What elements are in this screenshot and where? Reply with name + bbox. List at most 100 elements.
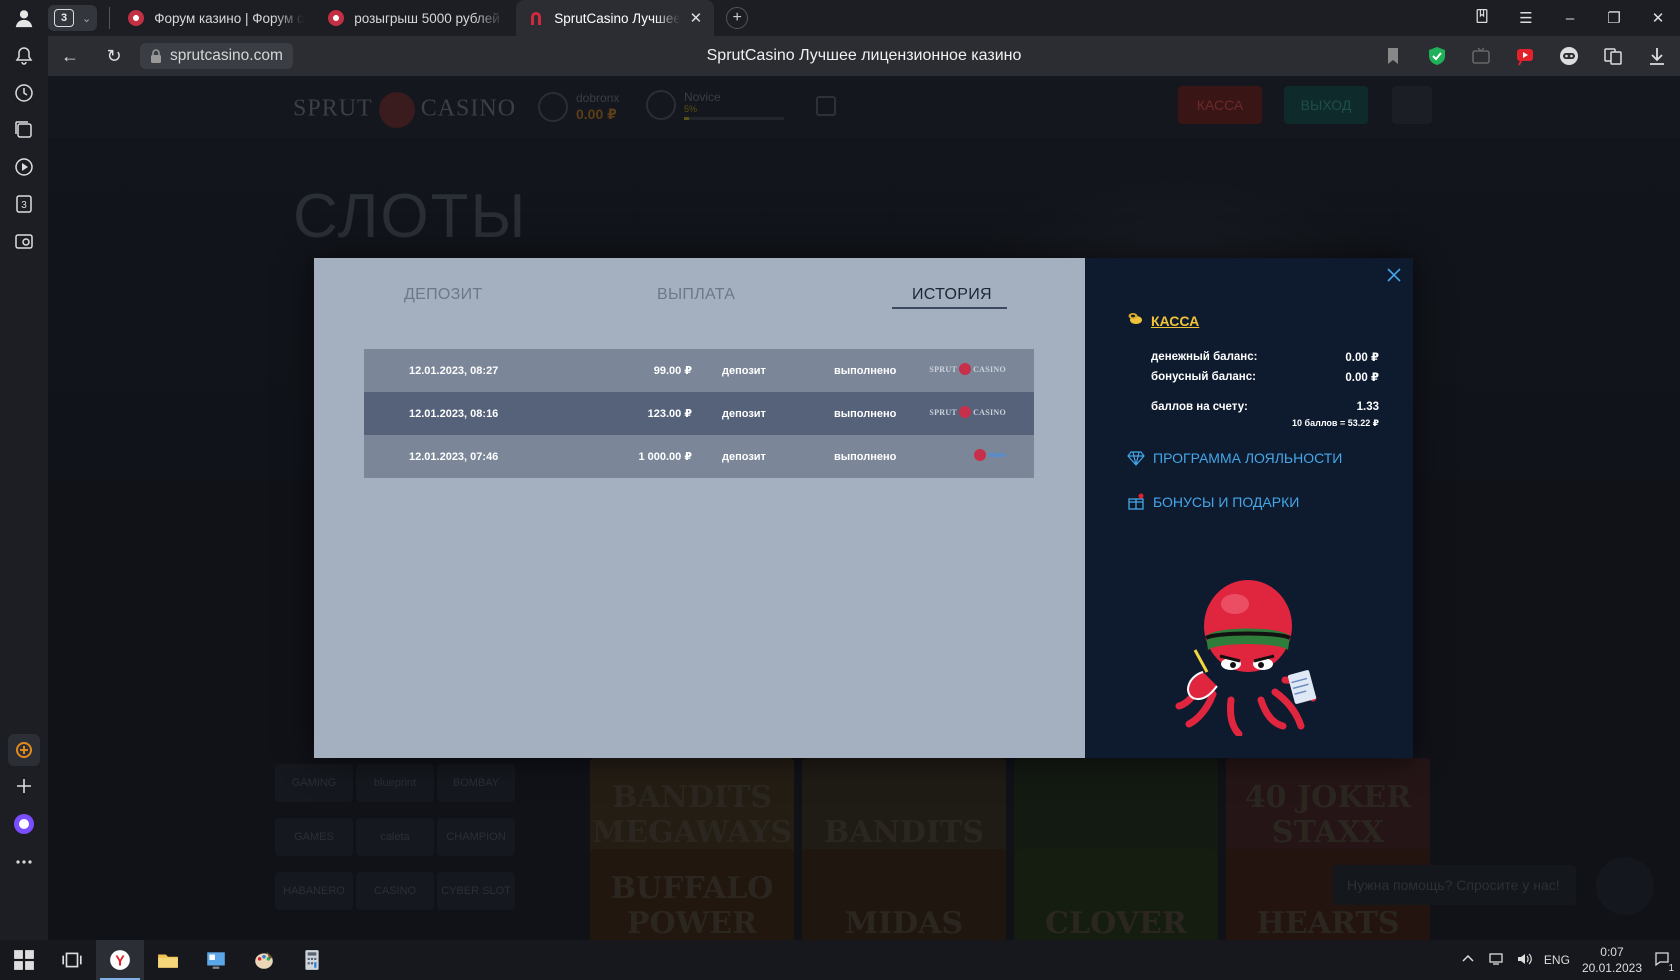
taskbar-paint[interactable]	[240, 940, 288, 980]
table-row: 12.01.2023, 08:27 99.00 ₽ депозит выполн…	[364, 349, 1034, 392]
points-row: баллов на счету: 1.33	[1151, 397, 1379, 417]
chevron-up-icon[interactable]	[1460, 951, 1476, 970]
minimize-icon[interactable]: –	[1548, 10, 1592, 27]
clock[interactable]: 0:07 20.01.2023	[1582, 944, 1642, 976]
gift-icon[interactable]	[816, 96, 836, 116]
provider-tile[interactable]: GAMES	[275, 818, 353, 856]
loyalty-program-link[interactable]: ПРОГРАММА ЛОЯЛЬНОСТИ	[1127, 449, 1379, 467]
translate-icon[interactable]	[1598, 41, 1628, 71]
tab-deposit[interactable]: ДЕПОЗИТ	[404, 286, 483, 304]
history-date: 12.01.2023, 08:27	[409, 364, 499, 377]
provider-tile[interactable]: CHAMPION	[437, 818, 515, 856]
history-clock-icon[interactable]	[12, 81, 36, 105]
game-tile[interactable]: 40 JOKER STAXX	[1226, 758, 1430, 858]
kassa-button[interactable]: КАССА	[1178, 86, 1262, 124]
bookmarks-panel-icon[interactable]	[1460, 8, 1504, 28]
url-field[interactable]: sprutcasino.com	[140, 43, 293, 69]
user-info[interactable]: dobronx 0.00 ₽	[538, 90, 619, 123]
restore-icon[interactable]: ❐	[1592, 9, 1636, 27]
start-button[interactable]	[0, 940, 48, 980]
level-badge-icon	[646, 90, 676, 120]
browser-tab-2[interactable]: розыгрыш 5000 рублей от SprutCasino	[316, 0, 516, 36]
back-button[interactable]: ←	[48, 46, 92, 67]
game-tile[interactable]: MIDAS	[802, 849, 1006, 940]
language-flag-button[interactable]	[1392, 86, 1432, 124]
tab-counter[interactable]: 3 ⌄	[48, 5, 98, 31]
kassa-link[interactable]: КАССА	[1151, 313, 1199, 329]
close-tab-icon[interactable]: ✕	[690, 9, 703, 27]
calculator-icon	[305, 950, 319, 970]
game-tile[interactable]: BANDITS	[802, 758, 1006, 858]
paint-palette-icon	[255, 951, 273, 969]
provider-tile[interactable]: CASINO	[356, 872, 434, 910]
exit-button[interactable]: ВЫХОД	[1284, 86, 1368, 124]
add-panel-icon[interactable]	[12, 774, 36, 798]
provider-tile[interactable]: HABANERO	[275, 872, 353, 910]
task-view-button[interactable]	[48, 940, 96, 980]
provider-tile[interactable]: GAMING	[275, 764, 353, 802]
history-amount: 1 000.00 ₽	[638, 451, 692, 463]
alice-assistant-icon[interactable]	[12, 812, 36, 836]
level-info[interactable]: Novice 5%	[646, 90, 784, 120]
cash-balance-value: 0.00 ₽	[1345, 352, 1379, 364]
extension-robot-icon[interactable]	[1554, 41, 1584, 71]
game-tile[interactable]	[1014, 758, 1218, 858]
browser-tab-3[interactable]: SprutCasino Лучшее лицензионное казино ✕	[516, 0, 715, 36]
bonuses-gifts-link[interactable]: БОНУСЫ И ПОДАРКИ	[1127, 493, 1379, 511]
provider-tile[interactable]: blueprint	[356, 764, 434, 802]
tabs-count-icon[interactable]: 3	[12, 192, 36, 216]
bookmark-icon[interactable]	[1378, 41, 1408, 71]
provider-tile[interactable]: BOMBAY	[437, 764, 515, 802]
game-title: HEARTS	[1256, 906, 1400, 940]
download-icon[interactable]	[1642, 41, 1672, 71]
svg-text:Y: Y	[115, 954, 125, 970]
collections-icon[interactable]	[12, 118, 36, 142]
menu-icon[interactable]: ☰	[1504, 9, 1548, 27]
taskbar-yandex-browser[interactable]: Y	[96, 940, 144, 980]
payment-method-logo: SPRUT CASINO	[929, 363, 1006, 375]
window-controls: ☰ – ❐ ✕	[1460, 0, 1680, 36]
more-dots-icon[interactable]	[12, 850, 36, 874]
level-progress-bar	[684, 117, 784, 120]
game-tile[interactable]: BUFFALO POWER	[590, 849, 794, 940]
browser-tab-1[interactable]: Форум казино | Форум онлайн казино	[116, 0, 316, 36]
tv-icon[interactable]	[1466, 41, 1496, 71]
provider-tile[interactable]: caleta	[356, 818, 434, 856]
user-icon	[15, 10, 33, 28]
close-modal-button[interactable]	[1385, 266, 1403, 284]
video-play-icon[interactable]	[12, 155, 36, 179]
taskbar-explorer[interactable]	[144, 940, 192, 980]
tab-history[interactable]: ИСТОРИЯ	[912, 286, 992, 304]
taskbar-calculator[interactable]	[288, 940, 336, 980]
tab-withdraw[interactable]: ВЫПЛАТА	[657, 286, 735, 304]
chat-hint[interactable]: Нужна помощь? Спросите у нас!	[1333, 865, 1576, 905]
site-logo[interactable]: SPRUT CASINO	[293, 92, 516, 128]
chat-button[interactable]	[1596, 857, 1654, 915]
screenshot-camera-icon[interactable]	[12, 229, 36, 253]
protect-shield-icon[interactable]	[1422, 41, 1452, 71]
close-window-icon[interactable]: ✕	[1636, 9, 1680, 27]
game-tile[interactable]: BANDITS MEGAWAYS	[590, 758, 794, 858]
volume-icon[interactable]	[1516, 951, 1532, 970]
reload-button[interactable]: ↻	[92, 46, 136, 67]
sprut-favicon-icon	[528, 10, 544, 26]
bonus-balance-value: 0.00 ₽	[1345, 372, 1379, 384]
casino-favicon-icon	[328, 10, 345, 26]
diamond-icon	[1127, 451, 1145, 466]
notification-center-icon[interactable]: 1	[1654, 951, 1674, 974]
provider-tile[interactable]: CYBER SLOT	[437, 872, 515, 910]
profile-button[interactable]	[0, 0, 48, 36]
video-extension-icon[interactable]	[1510, 41, 1540, 71]
new-tab-button[interactable]: +	[726, 7, 749, 29]
lock-icon	[151, 49, 161, 63]
sprut-app-icon[interactable]	[8, 734, 40, 766]
cashier-main-panel: ДЕПОЗИТ ВЫПЛАТА ИСТОРИЯ 12.01.2023, 08:2…	[314, 258, 1085, 758]
notifications-bell-icon[interactable]	[12, 44, 36, 68]
taskbar-control-panel[interactable]	[192, 940, 240, 980]
level-percent: 5%	[684, 104, 698, 114]
network-icon[interactable]	[1488, 951, 1504, 970]
game-tile[interactable]: CLOVER	[1014, 849, 1218, 940]
language-indicator[interactable]: ENG	[1544, 953, 1570, 967]
game-title: 40 JOKER STAXX	[1244, 780, 1412, 850]
table-row: 12.01.2023, 07:46 1 000.00 ₽ депозит вып…	[364, 435, 1034, 478]
